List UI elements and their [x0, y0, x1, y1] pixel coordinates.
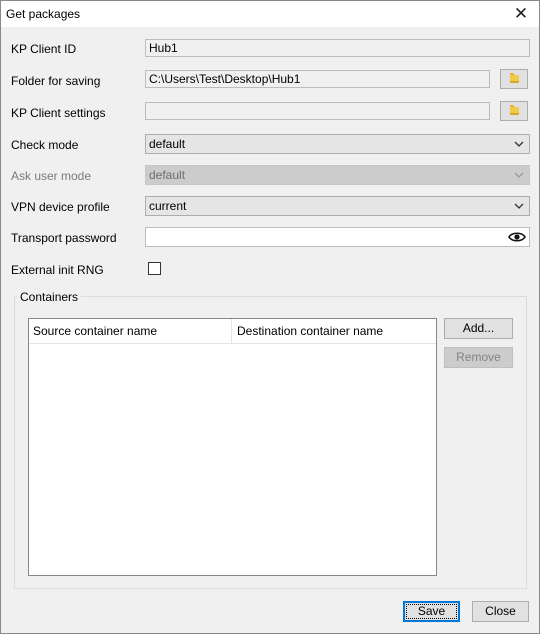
vpn-device-profile-select[interactable]: current — [145, 196, 530, 216]
column-header-destination[interactable]: Destination container name — [233, 319, 433, 343]
kp-client-id-label: KP Client ID — [11, 42, 77, 56]
browse-settings-button[interactable] — [500, 101, 528, 121]
close-button[interactable]: Close — [472, 601, 529, 622]
folder-icon — [510, 73, 519, 83]
vpn-device-profile-value: current — [149, 199, 187, 213]
focus-rectangle — [406, 604, 457, 619]
chevron-down-icon — [514, 172, 524, 178]
ask-user-mode-value: default — [149, 168, 186, 182]
ask-user-mode-label: Ask user mode — [11, 169, 92, 183]
window-title: Get packages — [6, 7, 81, 21]
column-header-source[interactable]: Source container name — [29, 319, 231, 343]
eye-icon[interactable] — [508, 229, 526, 245]
kp-client-id-field[interactable]: Hub1 — [145, 39, 530, 57]
close-icon[interactable]: ✕ — [511, 4, 531, 24]
check-mode-select[interactable]: default — [145, 134, 530, 154]
check-mode-value: default — [149, 137, 186, 151]
folder-for-saving-label: Folder for saving — [11, 74, 101, 88]
containers-list[interactable]: Source container name Destination contai… — [28, 318, 437, 576]
get-packages-dialog: Get packages ✕ KP Client ID Hub1 Folder … — [0, 0, 540, 634]
save-button[interactable]: Save — [403, 601, 460, 622]
folder-icon — [510, 105, 519, 115]
ask-user-mode-select: default — [145, 165, 530, 185]
containers-list-header: Source container name Destination contai… — [29, 319, 436, 344]
add-container-button[interactable]: Add... — [444, 318, 513, 339]
containers-group-title: Containers — [17, 290, 82, 304]
kp-client-settings-label: KP Client settings — [11, 106, 106, 120]
chevron-down-icon — [514, 203, 524, 209]
transport-password-label: Transport password — [11, 231, 117, 245]
transport-password-field[interactable] — [145, 227, 530, 247]
kp-client-settings-field[interactable] — [145, 102, 490, 120]
chevron-down-icon — [514, 141, 524, 147]
vpn-device-profile-label: VPN device profile — [11, 200, 110, 214]
browse-folder-button[interactable] — [500, 69, 528, 89]
external-init-rng-checkbox[interactable] — [148, 262, 161, 275]
remove-container-button: Remove — [444, 347, 513, 368]
check-mode-label: Check mode — [11, 138, 79, 152]
folder-for-saving-field[interactable]: C:\Users\Test\Desktop\Hub1 — [145, 70, 490, 88]
external-init-rng-label: External init RNG — [11, 263, 104, 277]
column-divider[interactable] — [231, 319, 232, 343]
title-bar: Get packages ✕ — [1, 1, 539, 27]
